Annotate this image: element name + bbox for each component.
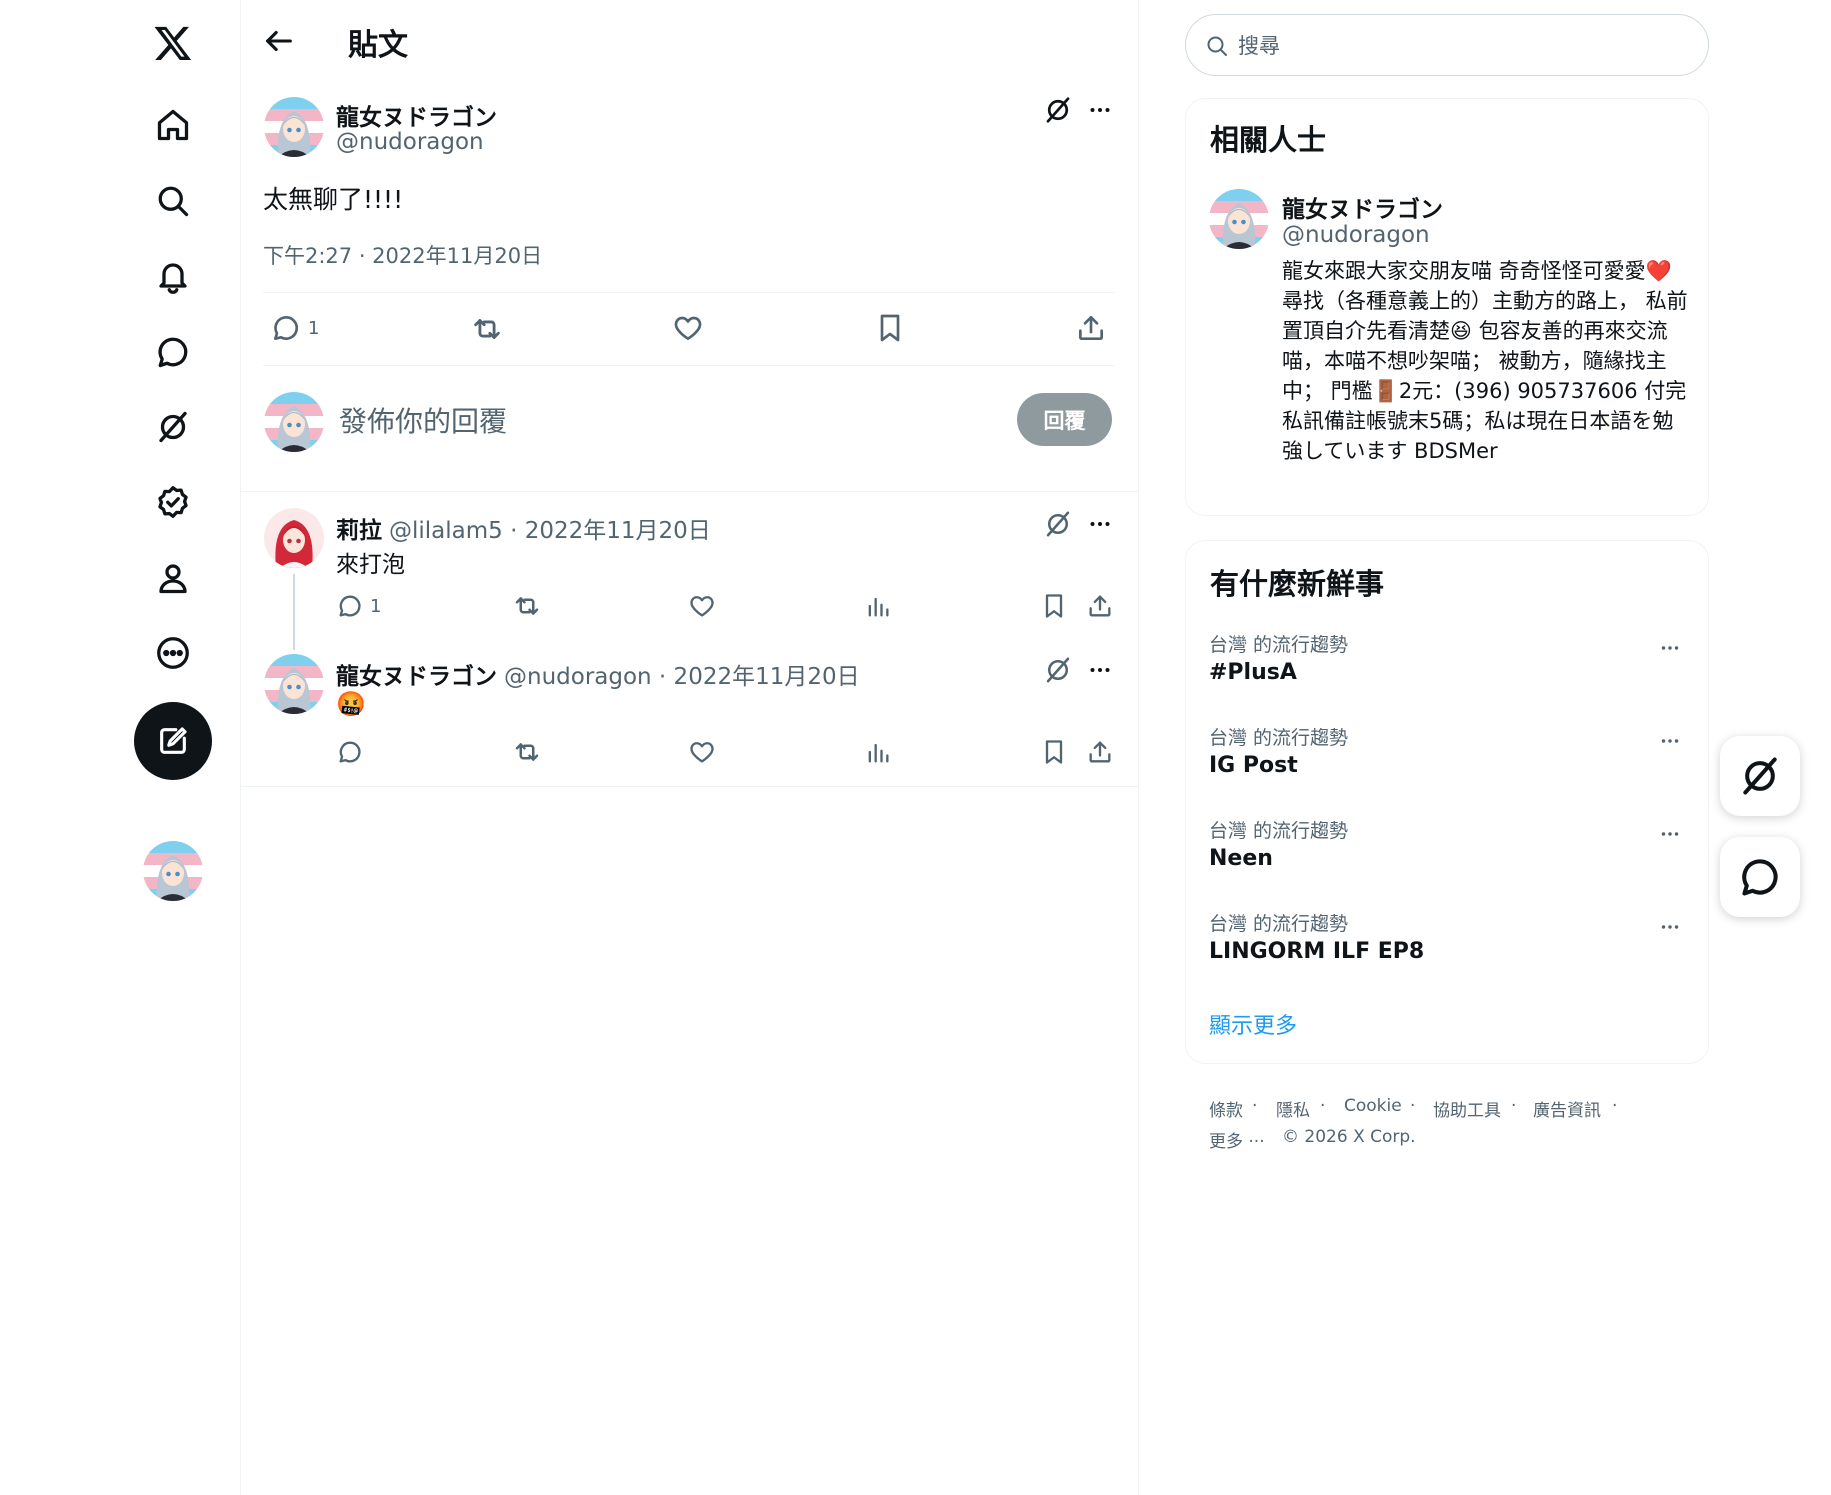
trend-context: 台灣 的流行趨勢 xyxy=(1209,913,1349,935)
search-icon xyxy=(1205,34,1229,58)
related-name[interactable]: 龍女ヌドラゴン xyxy=(1282,190,1443,224)
share-action[interactable] xyxy=(1075,312,1107,344)
related-handle[interactable]: @nudoragon xyxy=(1282,222,1430,248)
reply-handle-time[interactable]: @lilalam5 · 2022年11月20日 xyxy=(389,511,711,545)
reply-action[interactable]: 1 xyxy=(336,592,381,620)
like-action[interactable] xyxy=(688,738,716,766)
messages-float-button[interactable] xyxy=(1720,837,1800,917)
reply-text: 來打泡 xyxy=(336,552,405,578)
like-action[interactable] xyxy=(672,312,704,344)
more-options-icon[interactable] xyxy=(1657,821,1683,847)
trend-item[interactable]: 台灣 的流行趨勢 Neen xyxy=(1209,816,1684,886)
trend-item[interactable]: 台灣 的流行趨勢 IG Post xyxy=(1209,723,1684,793)
search-box[interactable] xyxy=(1185,14,1709,76)
nav-home-icon[interactable] xyxy=(143,95,203,155)
post-author-name[interactable]: 龍女ヌドラゴン xyxy=(336,98,497,132)
trends-card: 有什麼新鮮事 xyxy=(1185,540,1709,1064)
reply-input[interactable]: 發佈你的回覆 xyxy=(339,400,507,440)
repost-action[interactable] xyxy=(512,737,542,767)
more-options-icon[interactable] xyxy=(1657,635,1683,661)
trends-title: 有什麼新鮮事 xyxy=(1210,567,1385,601)
footer-link-terms[interactable]: 條款 xyxy=(1209,1096,1243,1121)
post-author-handle[interactable]: @nudoragon xyxy=(336,129,484,155)
reply-handle-time[interactable]: @nudoragon · 2022年11月20日 xyxy=(504,657,860,691)
related-title: 相關人士 xyxy=(1210,123,1327,157)
post-author-avatar[interactable] xyxy=(264,97,324,157)
reply-author-avatar[interactable] xyxy=(264,508,324,568)
show-more-link[interactable]: 顯示更多 xyxy=(1209,1008,1297,1040)
reply-author-avatar[interactable] xyxy=(264,654,324,714)
nav-grok-icon[interactable] xyxy=(143,397,203,457)
footer-link-accessibility[interactable]: 協助工具 xyxy=(1433,1096,1501,1121)
trend-context: 台灣 的流行趨勢 xyxy=(1209,634,1349,656)
reply-action[interactable]: 1 xyxy=(270,312,319,344)
search-input[interactable] xyxy=(1236,29,1680,63)
more-options-icon[interactable] xyxy=(1085,655,1115,685)
post-text: 太無聊了!!!! xyxy=(263,185,404,214)
footer-dot: · xyxy=(1410,1096,1416,1116)
reply-count: 1 xyxy=(308,317,320,339)
trend-name: Neen xyxy=(1209,846,1273,871)
grok-float-button[interactable] xyxy=(1720,736,1800,816)
related-avatar[interactable] xyxy=(1209,189,1269,249)
more-options-icon[interactable] xyxy=(1657,914,1683,940)
bookmark-action[interactable] xyxy=(874,312,906,344)
trend-context: 台灣 的流行趨勢 xyxy=(1209,727,1349,749)
post-timestamp[interactable]: 下午2:27 · 2022年11月20日 xyxy=(263,240,542,270)
more-options-icon[interactable] xyxy=(1085,95,1115,125)
nav-messages-icon[interactable] xyxy=(143,322,203,382)
footer-link-cookie[interactable]: Cookie xyxy=(1344,1096,1402,1116)
share-action[interactable] xyxy=(1086,592,1114,620)
composer-avatar[interactable] xyxy=(264,392,324,452)
reply-header: 莉拉 @lilalam5 · 2022年11月20日 xyxy=(336,511,711,545)
footer-link-privacy[interactable]: 隱私 xyxy=(1276,1096,1310,1121)
trend-name: LINGORM ILF EP8 xyxy=(1209,939,1425,964)
account-avatar[interactable] xyxy=(143,841,203,901)
views-action[interactable] xyxy=(864,592,892,620)
trend-context: 台灣 的流行趨勢 xyxy=(1209,820,1349,842)
footer-link-more[interactable]: 更多 ··· xyxy=(1209,1127,1265,1152)
reply-text: 🤬 xyxy=(336,690,366,718)
nav-more-icon[interactable] xyxy=(143,623,203,683)
back-button[interactable] xyxy=(262,24,296,58)
like-action[interactable] xyxy=(688,592,716,620)
reply-author-name[interactable]: 莉拉 xyxy=(336,511,382,545)
trend-name: IG Post xyxy=(1209,753,1298,778)
footer-dot: · xyxy=(1511,1096,1517,1116)
reply-submit-button[interactable]: 回覆 xyxy=(1017,393,1112,446)
grok-icon[interactable] xyxy=(1043,655,1073,685)
nav-verified-icon[interactable] xyxy=(143,472,203,532)
trend-item[interactable]: 台灣 的流行趨勢 #PlusA xyxy=(1209,630,1684,700)
footer-link-ads[interactable]: 廣告資訊 xyxy=(1533,1096,1601,1121)
more-options-icon[interactable] xyxy=(1657,728,1683,754)
reply-action[interactable] xyxy=(336,738,370,766)
views-action[interactable] xyxy=(864,738,892,766)
nav-profile-icon[interactable] xyxy=(143,548,203,608)
repost-action[interactable] xyxy=(512,591,542,621)
page-title: 貼文 xyxy=(348,28,408,63)
bookmark-action[interactable] xyxy=(1040,738,1068,766)
trend-name: #PlusA xyxy=(1209,660,1297,685)
reply-count: 1 xyxy=(370,595,382,617)
grok-icon[interactable] xyxy=(1043,509,1073,539)
footer-dot: · xyxy=(1320,1096,1326,1116)
bookmark-action[interactable] xyxy=(1040,592,1068,620)
grok-icon[interactable] xyxy=(1043,95,1073,125)
thread-line xyxy=(293,574,295,650)
nav-notifications-icon[interactable] xyxy=(143,247,203,307)
reply-author-name[interactable]: 龍女ヌドラゴン xyxy=(336,657,497,691)
footer-dot: · xyxy=(1612,1096,1618,1116)
repost-action[interactable] xyxy=(470,312,504,346)
footer-copyright: © 2026 X Corp. xyxy=(1282,1127,1416,1147)
footer-dot: · xyxy=(1252,1096,1258,1116)
trend-item[interactable]: 台灣 的流行趨勢 LINGORM ILF EP8 xyxy=(1209,909,1684,979)
more-options-icon[interactable] xyxy=(1085,509,1115,539)
reply-header: 龍女ヌドラゴン @nudoragon · 2022年11月20日 xyxy=(336,657,860,691)
compose-post-button[interactable] xyxy=(134,702,212,780)
related-bio: 龍女來跟大家交朋友喵 奇奇怪怪可愛愛❤️ 尋找（各種意義上的）主動方的路上， 私… xyxy=(1282,259,1688,463)
x-logo-icon[interactable] xyxy=(143,13,203,73)
nav-search-icon[interactable] xyxy=(143,171,203,231)
share-action[interactable] xyxy=(1086,738,1114,766)
